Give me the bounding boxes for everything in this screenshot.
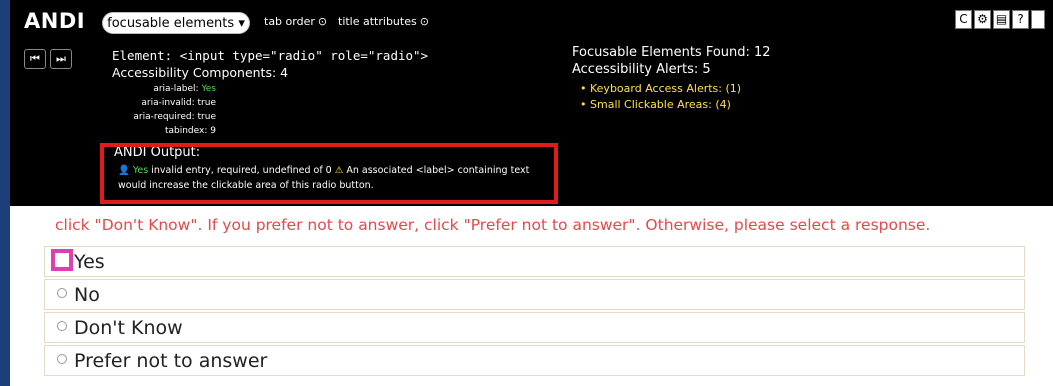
help-icon[interactable]: ? (1012, 10, 1029, 29)
radio-button[interactable] (57, 321, 67, 331)
alerts-count: Accessibility Alerts: 5 (572, 62, 711, 77)
previous-element-icon[interactable]: ⏮ (24, 49, 46, 69)
chevron-down-icon: ▾ (238, 16, 245, 31)
option-label: Yes (74, 251, 105, 273)
alert-link-label: Keyboard Access Alerts: (1) (590, 82, 742, 95)
andi-logo: ANDI (24, 9, 86, 33)
tab-order-label: tab order (264, 15, 315, 28)
element-info: Element: <input type="radio" role="radio… (112, 48, 429, 63)
eye-icon: ⊙ (419, 15, 429, 28)
close-icon[interactable] (1031, 10, 1045, 29)
alert-link-label: Small Clickable Areas: (4) (590, 98, 731, 111)
focusable-count: Focusable Elements Found: 12 (572, 45, 771, 60)
alert-link-keyboard[interactable]: • Keyboard Access Alerts: (1) (580, 82, 741, 95)
option-row[interactable]: Prefer not to answer (44, 345, 1025, 376)
component-name: tabindex: (164, 126, 208, 136)
module-selector-label: focusable elements (107, 16, 235, 31)
option-label: Don't Know (74, 317, 183, 339)
option-label: No (74, 284, 100, 306)
gear-icon[interactable]: ⚙ (974, 10, 991, 29)
option-row[interactable]: No (44, 279, 1025, 310)
highlight-icon[interactable]: ▤ (993, 10, 1010, 29)
option-label: Prefer not to answer (74, 350, 268, 372)
andi-toolbar: ANDI focusable elements ▾ tab order ⊙ tit… (10, 0, 1053, 206)
bullet-icon: • (580, 82, 590, 95)
title-attributes-label: title attributes (338, 15, 417, 28)
alert-link-clickable[interactable]: • Small Clickable Areas: (4) (580, 98, 731, 111)
module-selector[interactable]: focusable elements ▾ (102, 12, 250, 34)
component-value: true (197, 98, 216, 108)
bullet-icon: • (580, 98, 590, 111)
radio-button[interactable] (57, 354, 67, 364)
next-element-icon[interactable]: ⏭ (50, 49, 72, 69)
question-text: click "Don't Know". If you prefer not to… (55, 216, 931, 234)
component-row: aria-invalid: true (76, 98, 216, 108)
title-attributes-toggle[interactable]: title attributes ⊙ (338, 15, 429, 28)
component-value: Yes (201, 84, 216, 94)
highlight-box (100, 143, 558, 204)
radio-button[interactable] (57, 288, 67, 298)
component-row: aria-label: Yes (76, 84, 216, 94)
component-name: aria-required: (133, 112, 195, 122)
radio-button-focused[interactable] (51, 249, 73, 271)
component-name: aria-label: (153, 84, 199, 94)
components-count: Accessibility Components: 4 (112, 65, 289, 80)
tab-order-toggle[interactable]: tab order ⊙ (264, 15, 327, 28)
component-row: aria-required: true (76, 112, 216, 122)
refresh-icon[interactable]: C (955, 10, 972, 29)
eye-icon: ⊙ (317, 15, 328, 28)
option-row[interactable]: Don't Know (44, 312, 1025, 343)
component-row: tabindex: 9 (76, 126, 216, 136)
option-row[interactable]: Yes (44, 246, 1025, 277)
component-value: true (197, 112, 216, 122)
component-name: aria-invalid: (141, 98, 195, 108)
component-value: 9 (210, 126, 216, 136)
